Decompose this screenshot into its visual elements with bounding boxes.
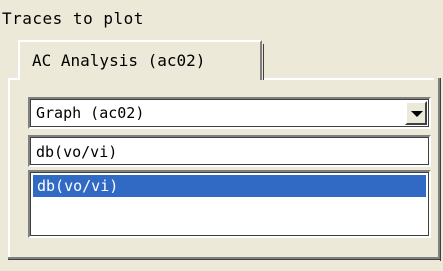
trace-list-item[interactable]: db(vo/vi) (33, 175, 426, 197)
tab-page-border (8, 78, 10, 259)
tab-strip: AC Analysis (ac02) (0, 40, 443, 80)
graph-select-dropdown-button[interactable] (405, 101, 427, 125)
tab-label: AC Analysis (ac02) (32, 51, 206, 70)
trace-expression-input[interactable]: db(vo/vi) (28, 135, 431, 167)
trace-expression-value: db(vo/vi) (36, 143, 118, 161)
tab-page-border (440, 78, 441, 261)
graph-select[interactable]: Graph (ac02) (28, 97, 431, 129)
chevron-down-icon (411, 111, 423, 117)
tab-page-border (8, 259, 441, 260)
graph-select-value: Graph (ac02) (36, 104, 145, 122)
tab-ac-analysis[interactable]: AC Analysis (ac02) (18, 40, 264, 80)
tab-page-border (264, 78, 434, 80)
trace-list[interactable]: db(vo/vi) (28, 170, 431, 238)
panel-title: Traces to plot (2, 9, 144, 28)
